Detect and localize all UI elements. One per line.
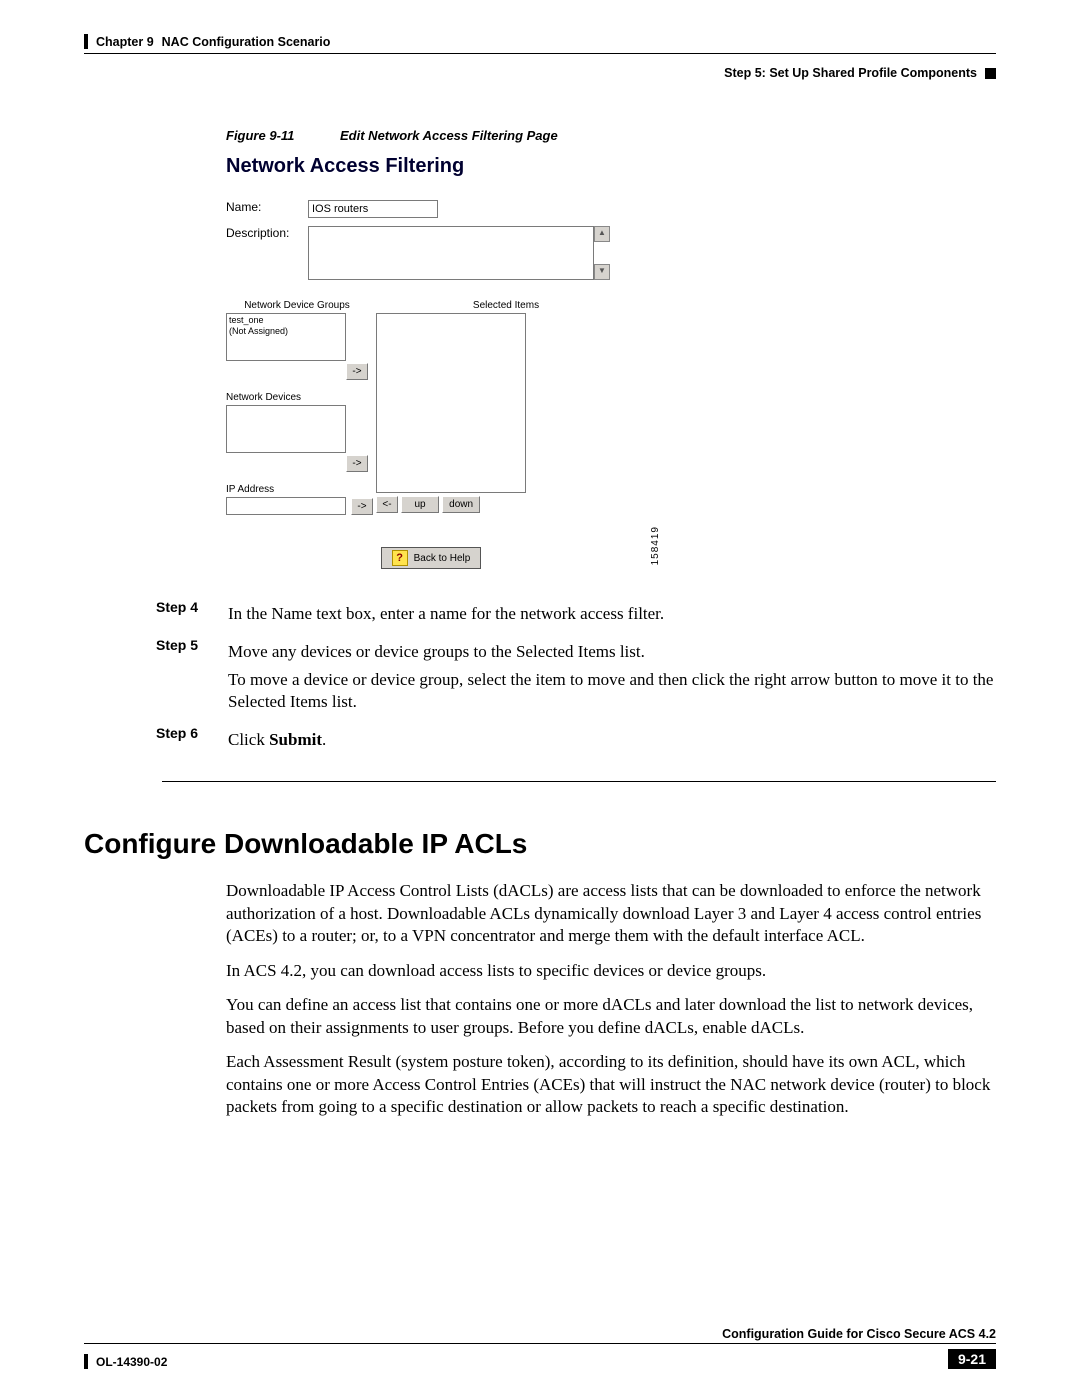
step4-text: In the Name text box, enter a name for t… xyxy=(228,603,996,625)
selected-items-listbox[interactable] xyxy=(376,313,526,493)
scroll-up-icon[interactable]: ▲ xyxy=(594,226,610,242)
section-heading: Configure Downloadable IP ACLs xyxy=(84,828,996,860)
move-right-button[interactable]: -> xyxy=(346,455,368,472)
section-para-4: Each Assessment Result (system posture t… xyxy=(226,1051,996,1118)
name-label: Name: xyxy=(226,200,308,214)
move-right-button[interactable]: -> xyxy=(351,498,373,515)
description-label: Description: xyxy=(226,226,308,240)
scroll-down-icon[interactable]: ▼ xyxy=(594,264,610,280)
ndg-listbox[interactable]: test_one (Not Assigned) xyxy=(226,313,346,361)
selected-column-label: Selected Items xyxy=(376,300,636,311)
step6-text: Click Submit. xyxy=(228,729,996,751)
step6-label: Step 6 xyxy=(156,725,228,757)
section-rule xyxy=(162,781,996,782)
header-square-icon xyxy=(985,68,996,79)
section-para-3: You can define an access list that conta… xyxy=(226,994,996,1039)
ip-address-input[interactable] xyxy=(226,497,346,515)
footer-doc-number: OL-14390-02 xyxy=(96,1355,167,1369)
move-down-button[interactable]: down xyxy=(442,496,480,513)
chapter-number: Chapter 9 xyxy=(96,35,154,49)
description-textarea[interactable] xyxy=(308,226,594,280)
move-right-button[interactable]: -> xyxy=(346,363,368,380)
step5-text-2: To move a device or device group, select… xyxy=(228,669,996,713)
header-step-label: Step 5: Set Up Shared Profile Components xyxy=(724,66,977,80)
step5-text-1: Move any devices or device groups to the… xyxy=(228,641,996,663)
footer-rule xyxy=(84,1343,996,1344)
chapter-title: NAC Configuration Scenario xyxy=(162,35,331,49)
ndg-column-label: Network Device Groups xyxy=(226,300,368,311)
naf-ui-panel: Network Access Filtering Name: Descripti… xyxy=(226,153,636,569)
nd-column-label: Network Devices xyxy=(226,392,368,403)
ui-heading: Network Access Filtering xyxy=(226,155,636,178)
nd-listbox[interactable] xyxy=(226,405,346,453)
header-rule xyxy=(84,53,996,54)
back-to-help-button[interactable]: ? Back to Help xyxy=(381,547,481,569)
ip-column-label: IP Address xyxy=(226,484,368,495)
move-left-button[interactable]: <- xyxy=(376,496,398,513)
section-para-2: In ACS 4.2, you can download access list… xyxy=(226,960,996,982)
page-number: 9-21 xyxy=(948,1349,996,1369)
section-para-1: Downloadable IP Access Control Lists (dA… xyxy=(226,880,996,947)
step6-pre: Click xyxy=(228,730,269,749)
name-input[interactable] xyxy=(308,200,438,218)
footer-bar-icon xyxy=(84,1354,88,1369)
figure-title: Edit Network Access Filtering Page xyxy=(340,128,558,143)
image-id-label: 158419 xyxy=(650,526,661,565)
help-icon: ? xyxy=(392,550,408,566)
step5-label: Step 5 xyxy=(156,637,228,719)
list-item[interactable]: test_one xyxy=(229,315,343,326)
move-up-button[interactable]: up xyxy=(401,496,439,513)
textarea-scrollbar[interactable]: ▲ ▼ xyxy=(594,226,610,280)
step6-bold: Submit xyxy=(269,730,322,749)
list-item[interactable]: (Not Assigned) xyxy=(229,326,343,337)
footer-doc-title: Configuration Guide for Cisco Secure ACS… xyxy=(722,1327,996,1341)
back-to-help-label: Back to Help xyxy=(414,553,471,564)
header-bar-icon xyxy=(84,34,88,49)
figure-number: Figure 9-11 xyxy=(226,128,294,143)
step6-post: . xyxy=(322,730,326,749)
step4-label: Step 4 xyxy=(156,599,228,631)
